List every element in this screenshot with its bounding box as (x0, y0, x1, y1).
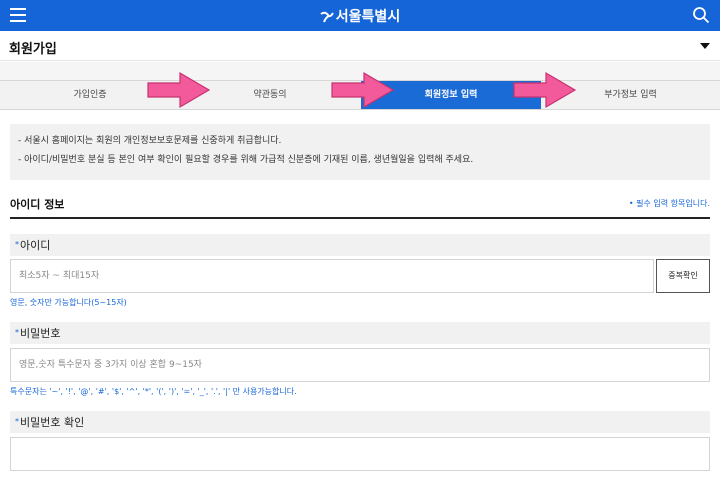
section-header: 아이디 정보 • 필수 입력 항목입니다. (10, 193, 710, 219)
required-note: • 필수 입력 항목입니다. (628, 199, 710, 208)
privacy-notice: - 서울시 홈페이지는 회원의 개인정보보호문제를 신중하게 취급합니다. - … (10, 124, 710, 180)
id-label: *아이디 (10, 234, 710, 256)
password-confirm-input[interactable] (10, 437, 710, 471)
seoul-logo-icon (320, 11, 334, 23)
password-label: *비밀번호 (10, 322, 710, 344)
pink-arrow-icon (513, 71, 577, 109)
search-icon[interactable] (692, 6, 710, 24)
notice-line: - 아이디/비밀번호 분실 등 본인 여부 확인이 필요할 경우를 위해 가급적… (18, 155, 474, 165)
pink-arrow-icon (331, 71, 395, 109)
password-hint: 특수문자는 '~', '!', '@', '#', '$', '^', '*',… (10, 387, 297, 396)
id-label-text: 아이디 (20, 239, 51, 252)
id-hint: 영문, 숫자만 가능합니다(5~15자) (10, 298, 127, 307)
section-title: 아이디 정보 (10, 198, 65, 211)
caret-down-icon[interactable] (700, 43, 710, 49)
password-input[interactable]: 영문,숫자 특수문자 중 3가지 이상 혼합 9~15자 (10, 348, 710, 382)
page-title: 회원가입 (9, 42, 57, 57)
id-input[interactable]: 최소5자 ~ 최대15자 (10, 259, 654, 293)
duplicate-check-button[interactable]: 중복확인 (656, 259, 710, 293)
pink-arrow-icon (147, 71, 211, 109)
password-confirm-label: *비밀번호 확인 (10, 411, 710, 433)
title-bar: 회원가입 (0, 31, 720, 61)
required-star-icon: * (15, 328, 19, 337)
password-label-text: 비밀번호 (20, 327, 61, 340)
required-star-icon: * (15, 240, 19, 249)
required-star-icon: * (15, 417, 19, 426)
password-confirm-label-text: 비밀번호 확인 (20, 416, 85, 429)
notice-line: - 서울시 홈페이지는 회원의 개인정보보호문제를 신중하게 취급합니다. (18, 136, 282, 146)
top-bar: 서울특별시 (0, 0, 720, 31)
brand-name: 서울특별시 (335, 9, 401, 25)
site-brand[interactable]: 서울특별시 (0, 6, 720, 26)
